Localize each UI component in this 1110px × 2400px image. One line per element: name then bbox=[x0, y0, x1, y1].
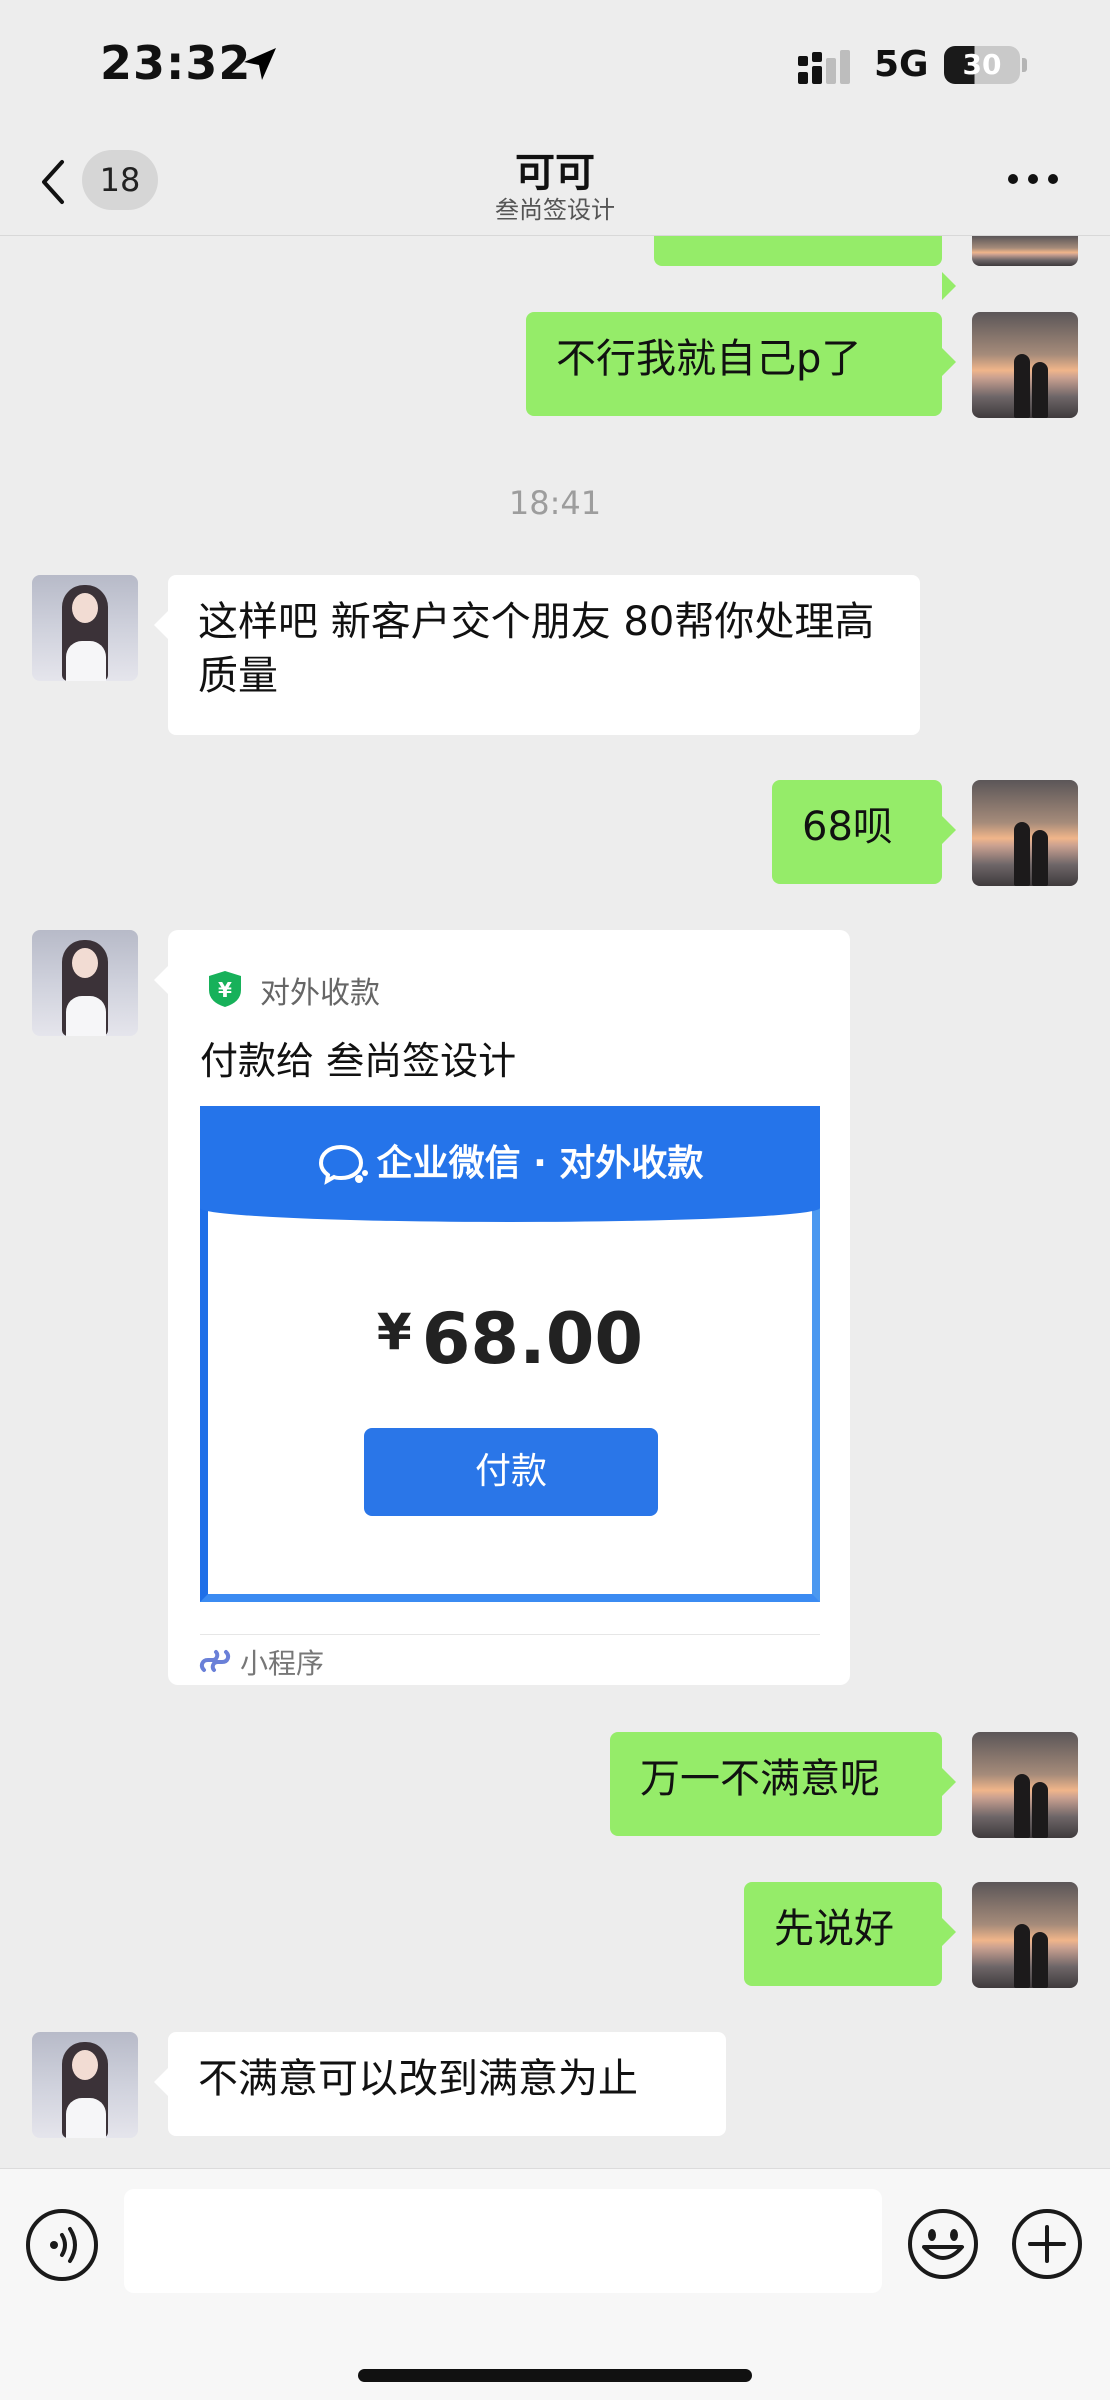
more-options-button[interactable] bbox=[1008, 170, 1068, 190]
status-time: 23:32 bbox=[100, 36, 252, 90]
battery-icon: 30 bbox=[944, 46, 1020, 84]
message-input[interactable] bbox=[124, 2189, 882, 2293]
currency-symbol: ¥ bbox=[376, 1303, 412, 1361]
mini-program-label: 小程序 bbox=[240, 1647, 325, 1680]
message-bubble-partial[interactable] bbox=[654, 236, 956, 300]
payment-amount: ¥68.00 bbox=[208, 1298, 812, 1380]
battery-tip bbox=[1022, 58, 1027, 72]
avatar-contact[interactable] bbox=[32, 575, 138, 681]
wecom-chat-icon bbox=[318, 1144, 368, 1185]
avatar-self[interactable] bbox=[972, 1732, 1078, 1838]
time-stamp: 18:41 bbox=[508, 484, 602, 522]
status-bar: 23:32 5G 30 bbox=[0, 0, 1110, 130]
location-arrow-icon bbox=[244, 48, 276, 80]
battery-level: 30 bbox=[962, 48, 1002, 81]
preview-banner: 企业微信 · 对外收款 bbox=[200, 1106, 820, 1222]
avatar-self[interactable] bbox=[972, 780, 1078, 886]
avatar-contact[interactable] bbox=[32, 2032, 138, 2138]
avatar-contact[interactable] bbox=[32, 930, 138, 1036]
emoji-icon[interactable] bbox=[906, 2207, 980, 2281]
home-indicator bbox=[358, 2369, 752, 2382]
message-bubble[interactable]: 这样吧 新客户交个朋友 80帮你处理高质量 bbox=[154, 575, 920, 735]
card-app-name: 对外收款 bbox=[260, 976, 380, 1011]
mini-program-link-icon bbox=[199, 1650, 231, 1672]
card-divider bbox=[200, 1634, 820, 1635]
voice-button[interactable] bbox=[26, 2209, 98, 2281]
message-bubble[interactable]: 不满意可以改到满意为止 bbox=[154, 2032, 726, 2136]
chat-header: 18 可可 叁尚签设计 bbox=[0, 130, 1110, 236]
preview-banner-text: 企业微信 · 对外收款 bbox=[376, 1143, 704, 1184]
input-bar bbox=[0, 2168, 1110, 2400]
voice-icon bbox=[50, 2227, 77, 2263]
chat-subtitle: 叁尚签设计 bbox=[495, 196, 615, 224]
card-preview-image: 企业微信 · 对外收款 ¥68.00 付款 bbox=[200, 1106, 820, 1602]
message-bubble[interactable]: 68呗 bbox=[772, 780, 956, 884]
pay-button: 付款 bbox=[364, 1428, 658, 1516]
card-title: 付款给 叁尚签设计 bbox=[200, 1039, 517, 1083]
svg-text:¥: ¥ bbox=[218, 978, 232, 1002]
payment-mini-program-card[interactable]: ¥ 对外收款 付款给 叁尚签设计 企业微信 · 对外收款 ¥68.00 付款 小… bbox=[154, 930, 850, 1685]
network-type: 5G bbox=[874, 44, 929, 85]
avatar-self[interactable] bbox=[972, 312, 1078, 418]
message-bubble[interactable]: 先说好 bbox=[744, 1882, 956, 1986]
yuan-shield-icon: ¥ bbox=[209, 971, 241, 1007]
avatar-self[interactable] bbox=[972, 236, 1078, 266]
amount-value: 68.00 bbox=[421, 1298, 644, 1380]
plus-icon[interactable] bbox=[1010, 2207, 1084, 2281]
signal-icon bbox=[798, 50, 850, 84]
message-bubble[interactable]: 万一不满意呢 bbox=[610, 1732, 956, 1836]
avatar-self[interactable] bbox=[972, 1882, 1078, 1988]
message-bubble[interactable]: 不行我就自己p了 bbox=[526, 312, 956, 416]
